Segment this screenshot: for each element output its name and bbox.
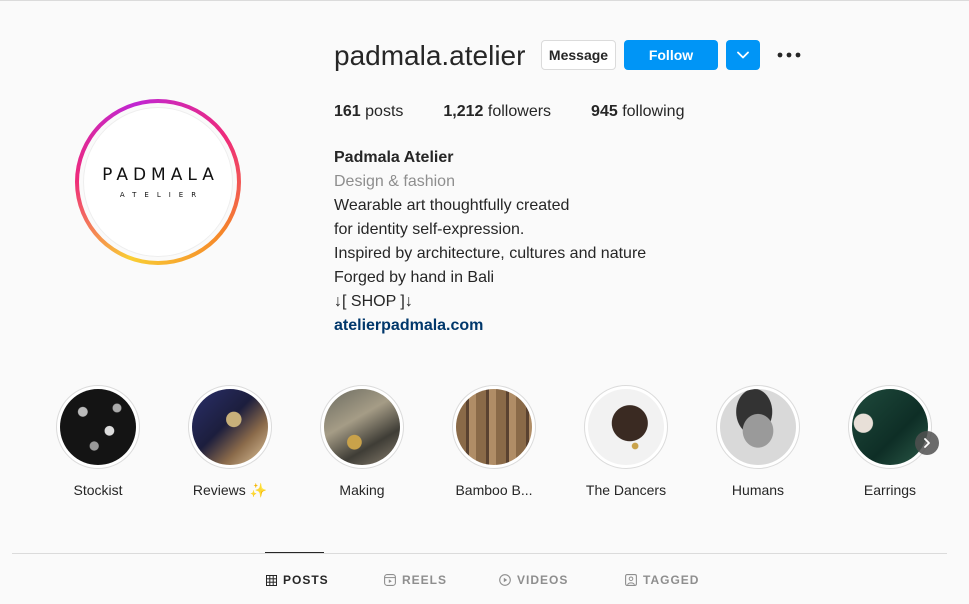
highlight-cover (720, 389, 796, 465)
highlight-label: Stockist (73, 482, 123, 498)
following-count: 945 (591, 103, 618, 120)
highlight-the-dancers[interactable]: The Dancers (581, 385, 671, 498)
following-stat[interactable]: 945 following (591, 103, 684, 121)
tab-label: POSTS (283, 573, 329, 587)
highlight-cover (456, 389, 532, 465)
posts-label: posts (365, 103, 404, 120)
tab-label: REELS (402, 573, 448, 587)
top-divider (0, 0, 969, 1)
bio-line: Inspired by architecture, cultures and n… (334, 245, 647, 262)
highlight-cover (60, 389, 136, 465)
highlight-cover (852, 389, 928, 465)
more-options-icon (777, 52, 801, 58)
logo-subtitle: ATELIER (119, 191, 205, 199)
tagged-icon (625, 574, 637, 586)
grid-icon (266, 574, 277, 586)
bio-line: Forged by hand in Bali (334, 269, 495, 286)
highlight-humans[interactable]: Humans (713, 385, 803, 498)
highlight-stockist[interactable]: Stockist (53, 385, 143, 498)
highlight-cover (588, 389, 664, 465)
message-button[interactable]: Message (541, 40, 616, 70)
profile-username: padmala.atelier (334, 40, 526, 71)
highlight-making[interactable]: Making (317, 385, 407, 498)
tab-posts[interactable]: POSTS (266, 573, 329, 587)
tab-label: VIDEOS (517, 573, 569, 587)
follow-button[interactable]: Follow (624, 40, 718, 70)
highlights-next-button[interactable] (915, 431, 939, 455)
bio-line: for identity self-expression. (334, 221, 525, 238)
bio-website-link[interactable]: atelierpadmala.com (334, 314, 646, 338)
profile-stats: 161 posts 1,212 followers 945 following (334, 103, 724, 121)
options-button[interactable] (774, 42, 804, 68)
tab-label: TAGGED (643, 573, 700, 587)
highlight-reviews[interactable]: Reviews ✨ (185, 385, 275, 499)
chevron-down-icon (737, 51, 749, 59)
highlight-label: Reviews ✨ (192, 482, 268, 498)
bio-line: ↓[ SHOP ]↓ (334, 293, 413, 310)
avatar-logo: PADMALA ATELIER (83, 107, 233, 257)
highlight-label: Making (339, 482, 385, 498)
tab-videos[interactable]: VIDEOS (499, 573, 568, 587)
posts-stat: 161 posts (334, 103, 403, 121)
tab-reels[interactable]: REELS (384, 573, 447, 587)
suggested-dropdown-button[interactable] (726, 40, 760, 70)
highlight-cover (324, 389, 400, 465)
video-icon (499, 574, 511, 586)
highlight-label: Bamboo B... (455, 482, 533, 498)
tabs-divider (12, 553, 947, 554)
highlight-label: The Dancers (585, 482, 667, 498)
chevron-right-icon (924, 438, 930, 448)
highlight-label: Humans (731, 482, 785, 498)
reels-icon (384, 574, 396, 586)
bio-name: Padmala Atelier (334, 149, 454, 166)
followers-count: 1,212 (443, 103, 484, 120)
bio-line: Wearable art thoughtfully created (334, 197, 570, 214)
highlight-label: Earrings (863, 482, 917, 498)
profile-avatar[interactable]: PADMALA ATELIER (75, 99, 241, 265)
posts-count: 161 (334, 103, 361, 120)
tab-tagged[interactable]: TAGGED (625, 573, 699, 587)
logo-wordmark: PADMALA (102, 165, 219, 185)
profile-bio: Padmala Atelier Design & fashion Wearabl… (334, 146, 646, 338)
followers-label: followers (487, 103, 552, 120)
highlight-bamboo[interactable]: Bamboo B... (449, 385, 539, 498)
bio-category: Design & fashion (334, 173, 455, 190)
highlight-cover (192, 389, 268, 465)
followers-stat[interactable]: 1,212 followers (443, 103, 551, 121)
following-label: following (622, 103, 685, 120)
active-tab-indicator (265, 552, 324, 553)
